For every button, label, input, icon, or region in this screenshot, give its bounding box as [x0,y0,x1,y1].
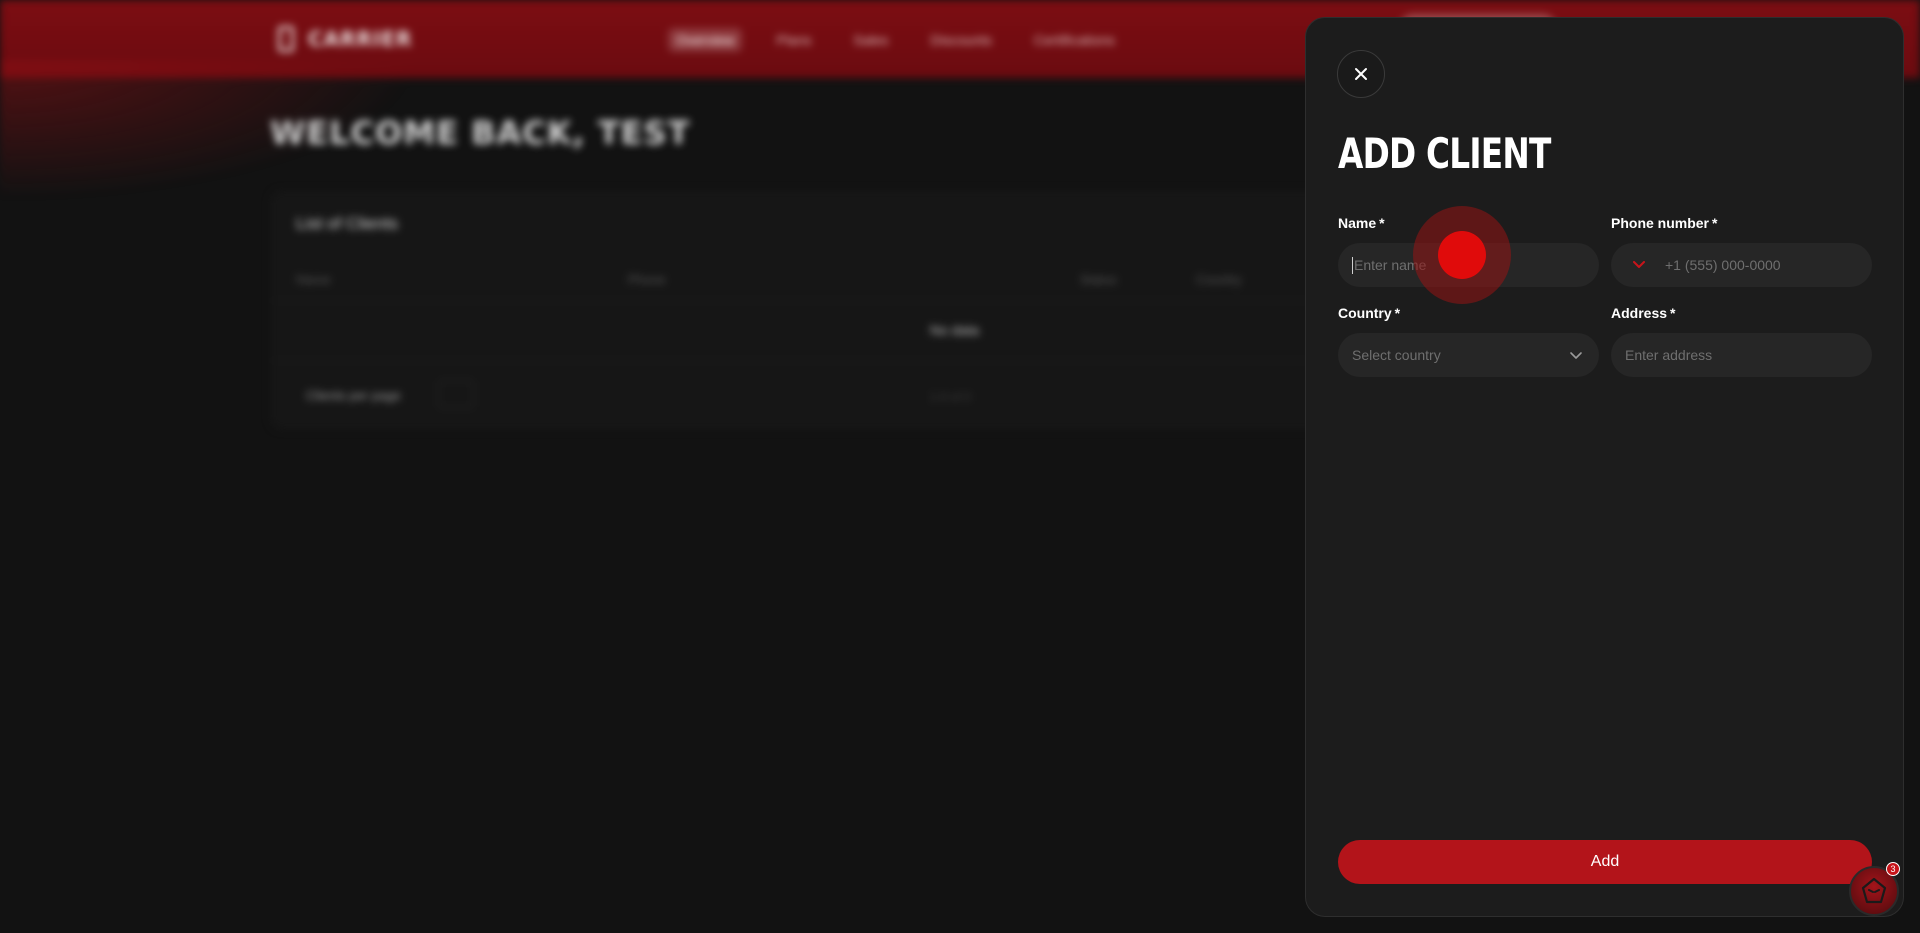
empty-state-text: No data [930,322,980,338]
address-placeholder: Enter address [1625,347,1713,363]
phone-label-text: Phone number [1611,215,1710,231]
logo-text: CARRIER [308,27,413,51]
chevron-down-icon [1633,261,1645,268]
close-button[interactable] [1337,50,1385,98]
country-field: Country * Select country [1338,303,1599,377]
pager-select [438,380,474,408]
country-label: Country * [1338,303,1599,323]
app-logo: CARRIER [278,26,412,52]
welcome-heading: WELCOME BACK, TEST [270,114,691,152]
column-header-country: Country [1196,272,1242,287]
click-indicator-dot [1438,231,1486,279]
address-field: Address * Enter address [1611,303,1872,377]
name-label-text: Name [1338,215,1377,231]
phone-input[interactable]: +1 (555) 000-0000 [1611,243,1872,287]
required-marker: * [1379,215,1385,231]
column-header-status: Status [1080,272,1117,287]
nav-item-certifications: Certifications [1033,32,1115,48]
column-header-phone: Phone [628,272,666,287]
table-divider [270,300,1350,301]
phone-field: Phone number * +1 (555) 000-0000 [1611,213,1872,287]
pager-range: 1-0 of 0 [930,390,971,404]
address-input[interactable]: Enter address [1611,333,1872,377]
logo-icon [278,26,294,52]
text-caret [1352,256,1353,274]
required-marker: * [1670,305,1676,321]
required-marker: * [1394,305,1401,321]
main-nav: Overview Plans Sales Discounts Certifica… [668,28,1123,52]
country-placeholder: Select country [1352,347,1441,363]
required-marker: * [1712,215,1718,231]
nav-item-overview: Overview [668,28,743,52]
nav-item-sales: Sales [853,32,889,48]
notification-badge: 3 [1886,862,1900,876]
phone-placeholder: +1 (555) 000-0000 [1665,257,1781,273]
chevron-down-icon [1570,352,1582,359]
country-select[interactable]: Select country [1338,333,1599,377]
close-icon [1355,68,1367,80]
add-client-drawer: ADD CLIENT Name * Enter name Phone number… [1305,17,1904,917]
country-label-text: Country [1338,305,1392,321]
mascot-icon [1861,877,1887,904]
pager-label: Clients per page [306,388,401,403]
clients-card-title: List of Clients [296,214,399,233]
clients-card [270,190,1350,430]
nav-item-plans: Plans [776,32,812,48]
nav-item-discounts: Discounts [930,32,992,48]
table-divider [270,360,1350,361]
phone-label: Phone number * [1611,213,1872,233]
address-label-text: Address [1611,305,1668,321]
drawer-title: ADD CLIENT [1338,129,1551,178]
country-code-dropdown[interactable] [1631,261,1647,269]
column-header-name: Name [296,272,331,287]
add-button[interactable]: Add [1338,840,1872,884]
address-label: Address * [1611,303,1872,323]
